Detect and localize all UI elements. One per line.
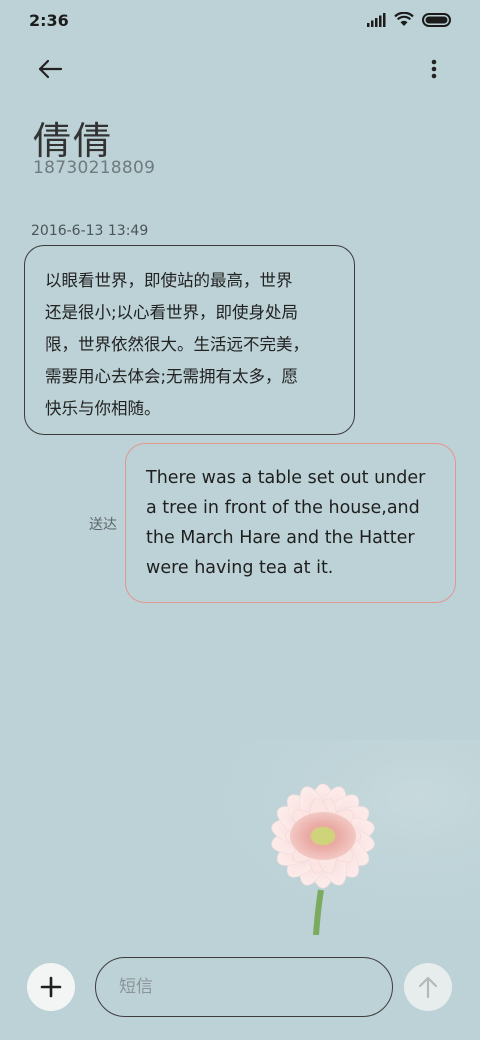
more-vertical-icon bbox=[431, 59, 437, 79]
status-bar: 2:36 bbox=[0, 0, 480, 42]
add-attachment-button[interactable] bbox=[27, 963, 75, 1011]
plus-icon bbox=[40, 976, 62, 998]
signal-icon bbox=[367, 12, 386, 27]
arrow-up-icon bbox=[418, 976, 438, 999]
message-line: 限，世界依然很大。生活远不完美， bbox=[45, 335, 309, 354]
message-input[interactable] bbox=[95, 957, 393, 1017]
wifi-icon bbox=[394, 12, 414, 26]
outgoing-message-bubble[interactable]: There was a table set out under a tree i… bbox=[125, 443, 456, 603]
message-line: 需要用心去体会;无需拥有太多，愿 bbox=[45, 367, 299, 386]
incoming-message-bubble[interactable]: 以眼看世界，即使站的最高，世界 还是很小;以心看世界，即使身处局 限，世界依然很… bbox=[24, 245, 355, 435]
message-line: There was a table set out under bbox=[146, 468, 426, 488]
message-line: were having tea at it. bbox=[146, 558, 334, 578]
message-line: 快乐与你相随。 bbox=[45, 399, 161, 418]
status-icons bbox=[366, 12, 452, 27]
message-timestamp: 2016-6-13 13:49 bbox=[31, 223, 149, 239]
send-button[interactable] bbox=[404, 963, 452, 1011]
delivery-status: 送达 bbox=[89, 517, 117, 533]
battery-icon bbox=[422, 12, 451, 27]
arrow-left-icon bbox=[38, 59, 63, 79]
contact-number: 18730218809 bbox=[33, 158, 156, 178]
flower-wallpaper-image bbox=[175, 740, 480, 935]
status-time: 2:36 bbox=[29, 11, 69, 30]
message-line: a tree in front of the house,and bbox=[146, 498, 420, 518]
contact-name: 倩倩 bbox=[33, 119, 114, 163]
more-options-button[interactable] bbox=[424, 54, 444, 84]
message-line: 还是很小;以心看世界，即使身处局 bbox=[45, 303, 299, 322]
message-line: the March Hare and the Hatter bbox=[146, 528, 415, 548]
message-line: 以眼看世界，即使站的最高，世界 bbox=[45, 271, 293, 290]
back-button[interactable] bbox=[30, 52, 70, 86]
